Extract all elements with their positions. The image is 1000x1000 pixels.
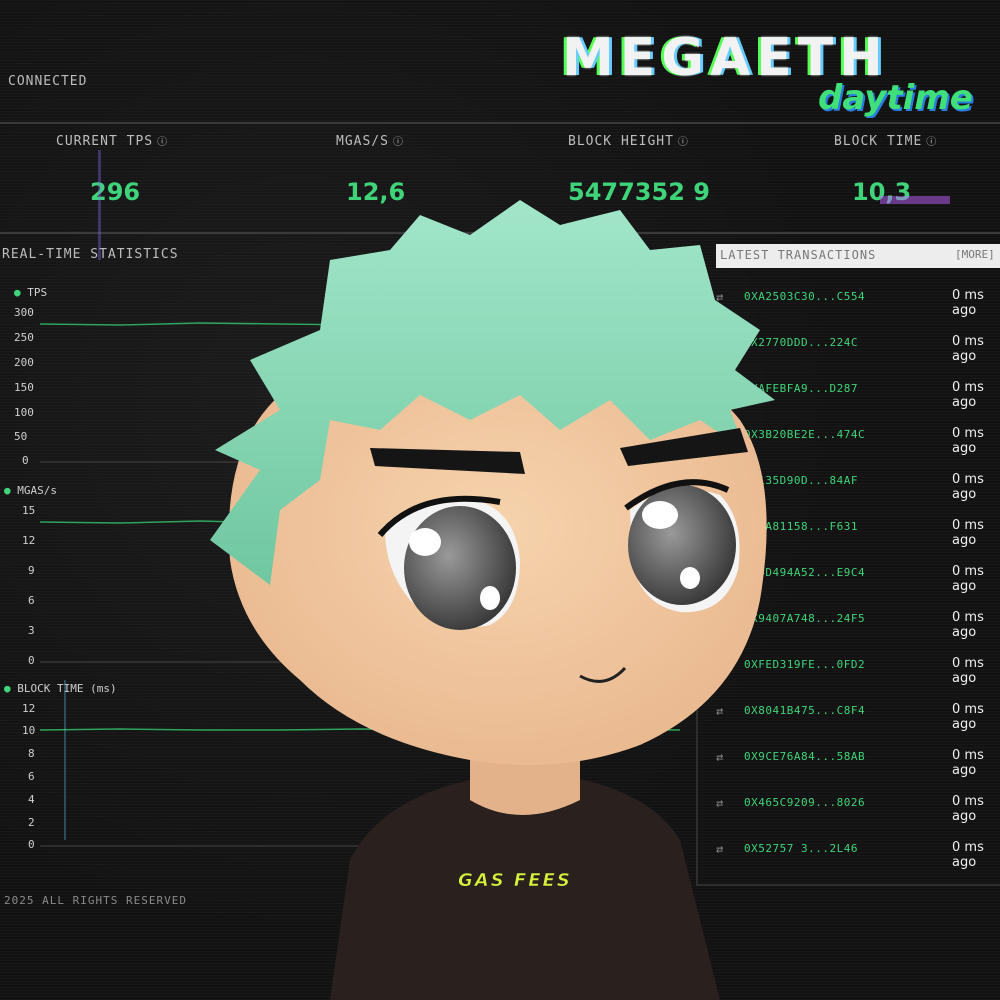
left-iris	[404, 506, 516, 630]
right-eye-highlight	[642, 501, 678, 529]
shirt-text: GAS FEES	[458, 870, 572, 891]
left-eye-highlight	[409, 528, 441, 556]
right-iris	[628, 485, 736, 605]
right-eye-highlight-small	[680, 567, 700, 589]
left-eye-highlight-small	[480, 586, 500, 610]
avatar-illustration: GAS FEES	[210, 200, 775, 1000]
